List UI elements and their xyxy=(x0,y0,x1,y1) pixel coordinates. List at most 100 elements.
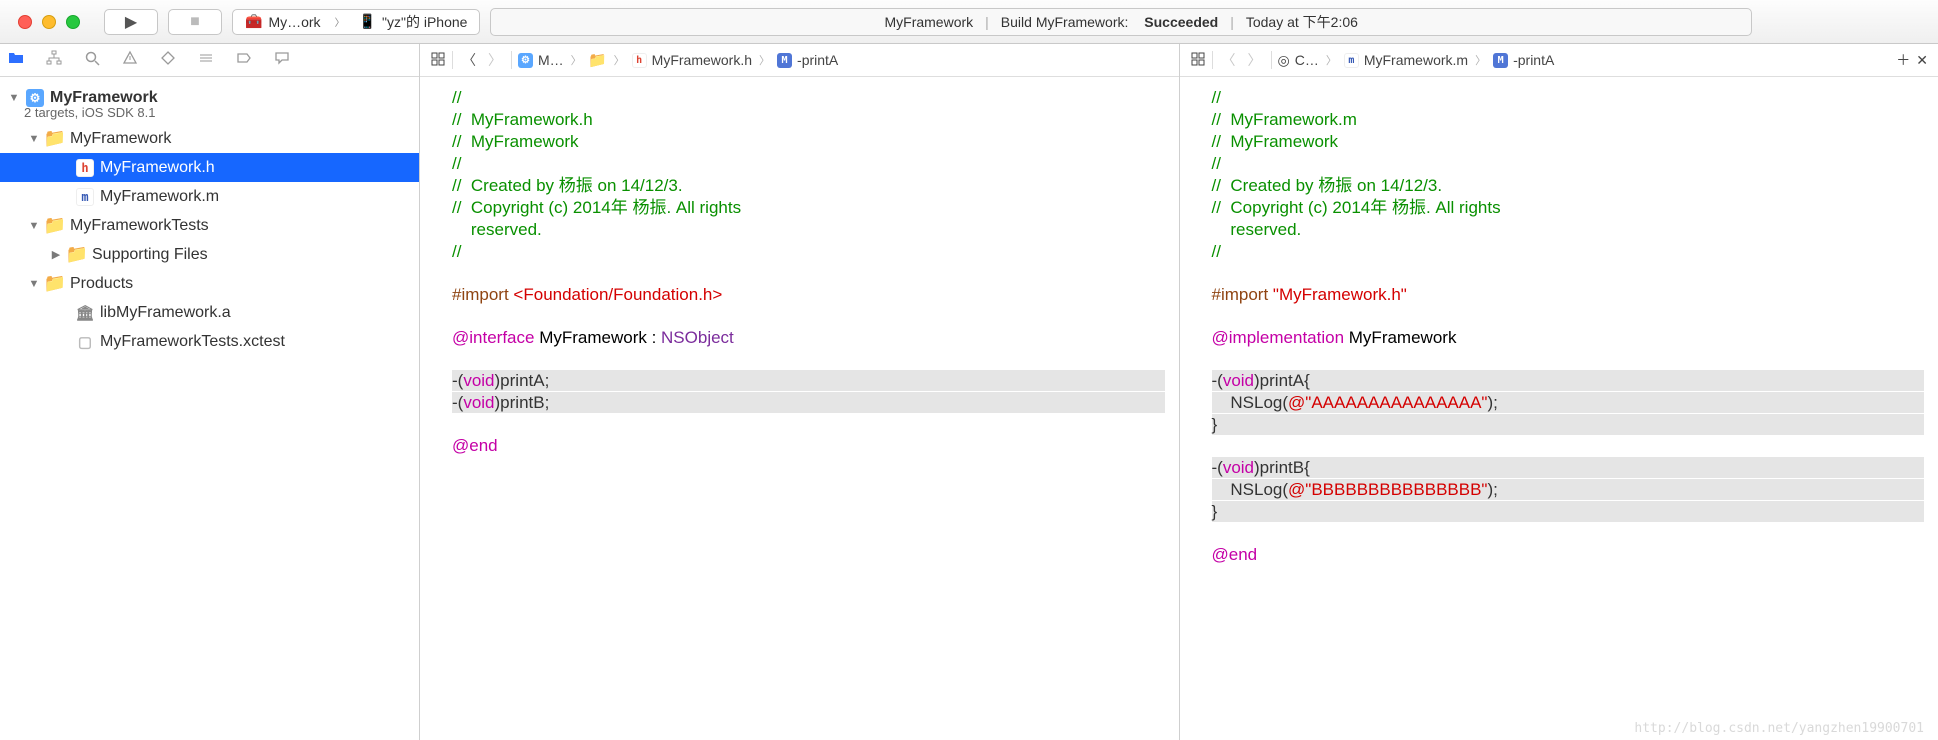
group-row[interactable]: ▼ 📁 MyFrameworkTests xyxy=(0,211,419,240)
code-line: <Foundation/Foundation.h> xyxy=(513,285,722,304)
chevron-right-icon: 〉 xyxy=(1325,52,1338,68)
project-name: MyFramework xyxy=(50,89,158,107)
scheme-name: My…ork xyxy=(268,14,320,30)
highlighted-line: -(void)printA{ xyxy=(1212,370,1925,391)
project-icon: ⚙︎ xyxy=(518,53,533,68)
highlighted-line: -(void)printB; xyxy=(452,392,1165,413)
group-name: Products xyxy=(70,275,133,293)
method-icon: M xyxy=(777,53,792,68)
close-assistant-button[interactable]: ✕ xyxy=(1916,52,1928,69)
zoom-window-button[interactable] xyxy=(66,15,80,29)
jump-crumb-file[interactable]: h MyFramework.h xyxy=(632,52,752,68)
folder-icon xyxy=(8,50,24,66)
code-line: // Copyright (c) 2014年 杨振. All rights xyxy=(1212,198,1501,217)
file-name: MyFramework.h xyxy=(100,159,215,177)
code-line: reserved. xyxy=(452,220,542,239)
folder-icon: 📁 xyxy=(68,246,86,264)
test-navigator-tab[interactable] xyxy=(160,50,176,71)
jump-crumb-counterparts[interactable]: ◎ C… xyxy=(1278,52,1319,69)
group-name: Supporting Files xyxy=(92,246,208,264)
activity-status: Succeeded xyxy=(1144,14,1218,30)
jump-bar: 〈 〉 ⚙︎ M… 〉 📁 〉 h MyFramework.h 〉 M -pri… xyxy=(420,44,1179,77)
file-row-selected[interactable]: • h MyFramework.h xyxy=(0,153,419,182)
file-row[interactable]: • m MyFramework.m xyxy=(0,182,419,211)
code-line: // xyxy=(1212,88,1221,107)
folder-icon: 📁 xyxy=(46,275,64,293)
project-navigator-tab[interactable] xyxy=(8,50,24,71)
code-line: // xyxy=(1212,242,1221,261)
library-icon: 🏛 xyxy=(76,304,94,322)
back-button[interactable]: 〈 xyxy=(459,50,479,70)
jump-crumb-file[interactable]: m MyFramework.m xyxy=(1344,52,1468,68)
activity-viewer[interactable]: MyFramework | Build MyFramework: Succeed… xyxy=(490,8,1752,36)
group-row[interactable]: ▶ 📁 Supporting Files xyxy=(0,240,419,269)
code-line: @implementation xyxy=(1212,328,1345,347)
project-icon: ⚙︎ xyxy=(26,89,44,107)
breakpoint-navigator-tab[interactable] xyxy=(236,50,252,71)
grid-icon xyxy=(430,51,446,67)
code-line: @end xyxy=(452,436,498,455)
navigator-panel: ▼ ⚙︎ MyFramework 2 targets, iOS SDK 8.1 … xyxy=(0,44,420,740)
jump-crumb-symbol[interactable]: M -printA xyxy=(777,52,838,68)
forward-button[interactable]: 〉 xyxy=(1245,50,1265,70)
symbol-navigator-tab[interactable] xyxy=(46,50,62,71)
main-toolbar: ▶ ■ 🧰 My…ork 〉 📱 "yz"的 iPhone MyFramewor… xyxy=(0,0,1938,44)
activity-action: Build MyFramework: xyxy=(1001,14,1129,30)
scheme-selector[interactable]: 🧰 My…ork 〉 📱 "yz"的 iPhone xyxy=(232,9,480,35)
method-icon: M xyxy=(1493,53,1508,68)
close-window-button[interactable] xyxy=(18,15,32,29)
related-items-button[interactable] xyxy=(1190,51,1206,70)
highlighted-line: NSLog(@"AAAAAAAAAAAAAAA"); xyxy=(1212,392,1925,413)
forward-button[interactable]: 〉 xyxy=(485,50,505,70)
warning-icon xyxy=(122,50,138,66)
issue-navigator-tab[interactable] xyxy=(122,50,138,71)
code-line: // xyxy=(452,88,461,107)
separator: | xyxy=(1224,14,1240,30)
highlighted-line: } xyxy=(1212,414,1925,435)
scheme-device: "yz"的 iPhone xyxy=(382,12,467,32)
run-button[interactable]: ▶ xyxy=(104,9,158,35)
assistant-editor: 〈 〉 ◎ C… 〉 m MyFramework.m 〉 M -printA ＋… xyxy=(1180,44,1938,740)
window-controls xyxy=(18,15,80,29)
group-row[interactable]: ▼ 📁 Products xyxy=(0,269,419,298)
bundle-icon: ▢ xyxy=(76,333,94,351)
report-navigator-tab[interactable] xyxy=(274,50,290,71)
group-row[interactable]: ▼ 📁 MyFramework xyxy=(0,124,419,153)
toolbox-icon: 🧰 xyxy=(245,13,262,30)
product-row[interactable]: • ▢ MyFrameworkTests.xctest xyxy=(0,327,419,356)
folder-icon: 📁 xyxy=(46,130,64,148)
stop-icon: ■ xyxy=(190,13,200,31)
code-line: // MyFramework xyxy=(452,132,579,151)
find-navigator-tab[interactable] xyxy=(84,50,100,71)
activity-project: MyFramework xyxy=(884,14,973,30)
jump-crumb-symbol[interactable]: M -printA xyxy=(1493,52,1554,68)
code-line: // MyFramework.m xyxy=(1212,110,1357,129)
main-area: ▼ ⚙︎ MyFramework 2 targets, iOS SDK 8.1 … xyxy=(0,44,1938,740)
code-line: // MyFramework xyxy=(1212,132,1339,151)
product-name: MyFrameworkTests.xctest xyxy=(100,333,285,351)
code-line: "MyFramework.h" xyxy=(1273,285,1407,304)
source-editor[interactable]: // // MyFramework.m // MyFramework // //… xyxy=(1180,77,1938,740)
highlighted-line: NSLog(@"BBBBBBBBBBBBBBB"); xyxy=(1212,479,1925,500)
jump-crumb-project[interactable]: ⚙︎ M… xyxy=(518,52,564,68)
play-icon: ▶ xyxy=(125,12,137,32)
code-line: @end xyxy=(1212,545,1258,564)
back-button[interactable]: 〈 xyxy=(1219,50,1239,70)
primary-editor: 〈 〉 ⚙︎ M… 〉 📁 〉 h MyFramework.h 〉 M -pri… xyxy=(420,44,1180,740)
related-items-button[interactable] xyxy=(430,51,446,70)
code-line: MyFramework xyxy=(1344,328,1456,347)
group-name: MyFramework xyxy=(70,130,171,148)
debug-navigator-tab[interactable] xyxy=(198,50,214,71)
stop-button[interactable]: ■ xyxy=(168,9,222,35)
header-file-icon: h xyxy=(76,159,94,177)
code-line: // xyxy=(452,242,461,261)
chevron-right-icon: 〉 xyxy=(1474,52,1487,68)
search-icon xyxy=(84,50,100,66)
product-row[interactable]: • 🏛 libMyFramework.a xyxy=(0,298,419,327)
minimize-window-button[interactable] xyxy=(42,15,56,29)
gauge-icon xyxy=(198,50,214,66)
jump-crumb-group[interactable]: 📁 xyxy=(589,51,607,69)
chevron-right-icon: 〉 xyxy=(570,52,583,68)
source-editor[interactable]: // // MyFramework.h // MyFramework // //… xyxy=(420,77,1179,740)
add-assistant-button[interactable]: ＋ xyxy=(1896,50,1910,70)
